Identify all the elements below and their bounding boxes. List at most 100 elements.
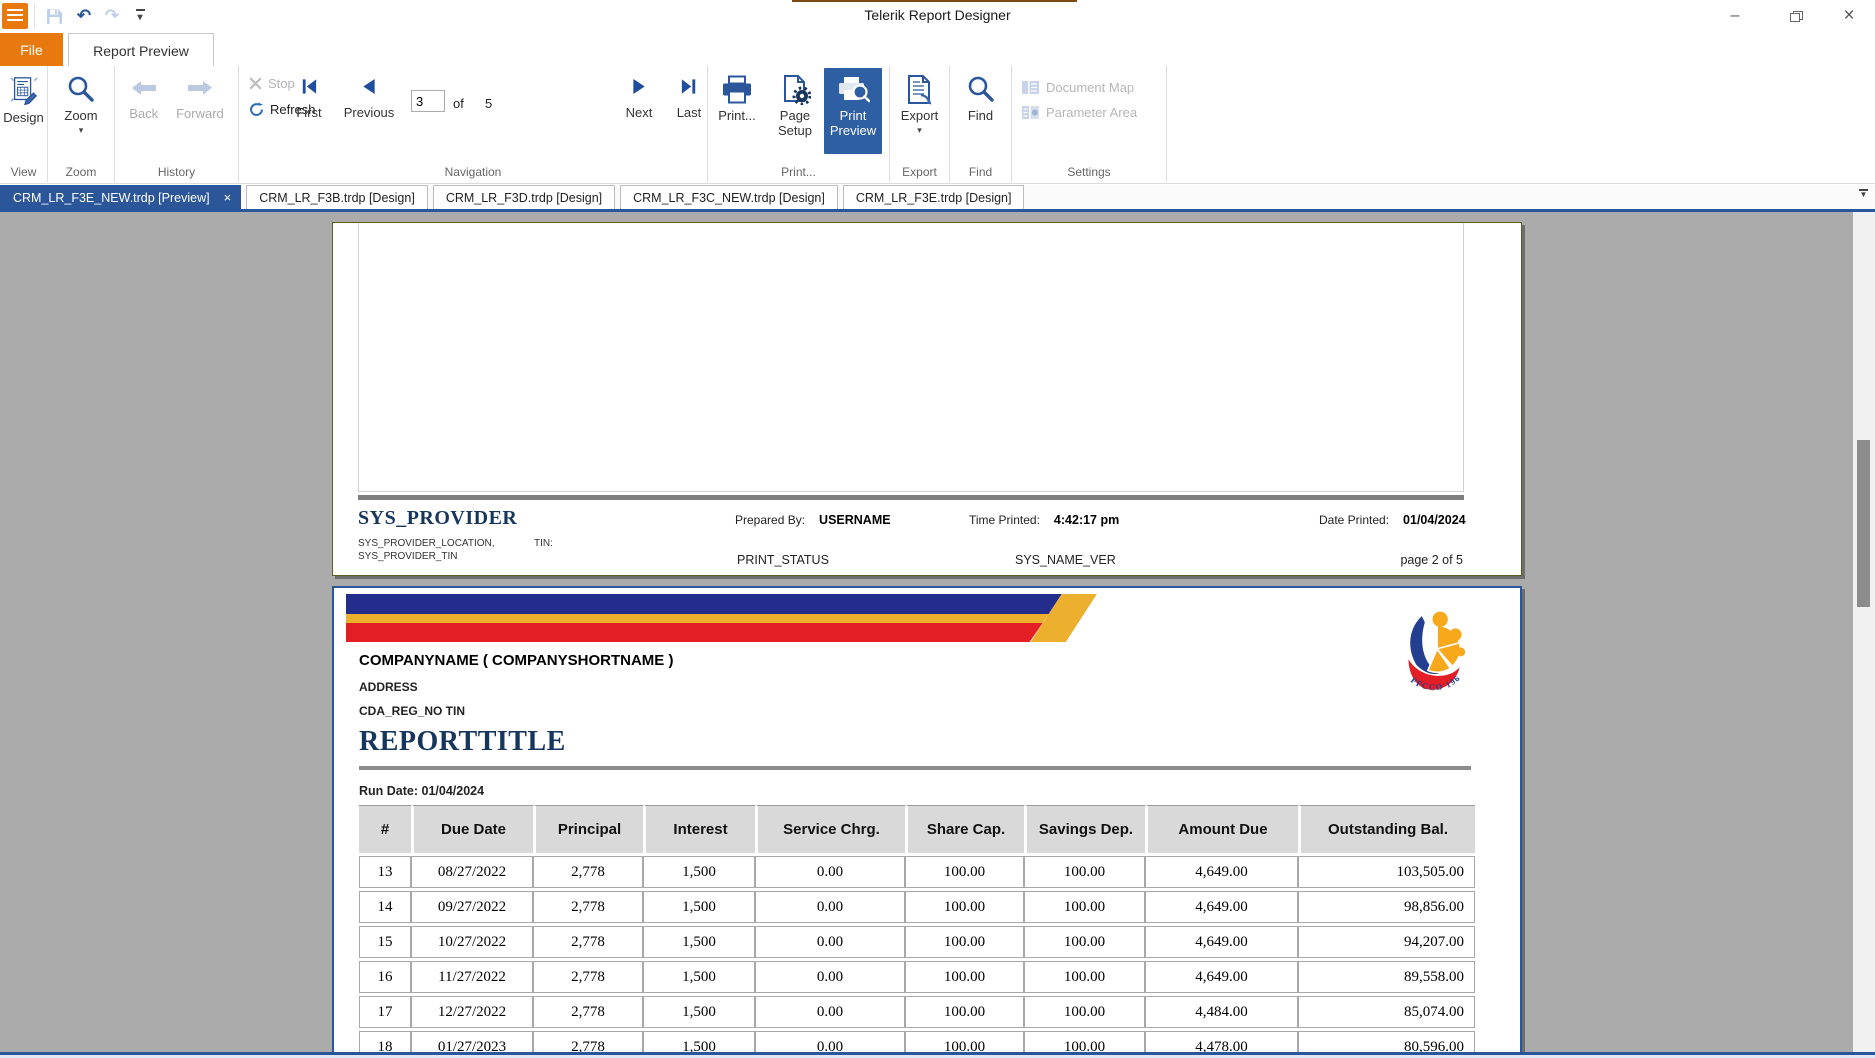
document-tab-label: CRM_LR_F3D.trdp [Design] <box>446 191 602 205</box>
table-cell: 0.00 <box>755 961 905 993</box>
forward-label: Forward <box>176 106 224 121</box>
print-preview-button[interactable]: Print Preview <box>824 68 882 154</box>
design-label: Design <box>3 111 43 126</box>
design-button[interactable]: Design <box>0 68 47 154</box>
tab-overflow-icon[interactable]: ▼ <box>1859 189 1868 198</box>
parameter-area-label: Parameter Area <box>1046 105 1137 120</box>
prepared-by-label: Prepared By: <box>735 513 805 527</box>
back-button[interactable]: Back <box>129 74 158 121</box>
group-label-print: Print... <box>708 165 889 179</box>
parameter-area-item[interactable]: Parameter Area <box>1022 105 1166 120</box>
group-label-export: Export <box>890 165 949 179</box>
document-tab[interactable]: CRM_LR_F3D.trdp [Design] <box>433 185 615 209</box>
vertical-scrollbar[interactable] <box>1853 212 1875 1052</box>
first-page-icon <box>301 78 317 95</box>
forward-arrow-icon <box>187 80 213 96</box>
table-cell: 2,778 <box>533 856 643 888</box>
page-setup-button[interactable]: Page Setup <box>766 68 824 154</box>
table-cell: 98,856.00 <box>1298 891 1475 923</box>
title-rule <box>359 766 1471 770</box>
document-tab-strip: CRM_LR_F3E_NEW.trdp [Preview] × CRM_LR_F… <box>0 185 1875 209</box>
table-cell: 10/27/2022 <box>411 926 533 958</box>
table-cell: 2,778 <box>533 1031 643 1052</box>
find-button[interactable]: Find <box>950 68 1011 154</box>
close-button[interactable]: × <box>1831 4 1867 28</box>
sys-name-ver: SYS_NAME_VER <box>1015 553 1116 567</box>
column-header: Due Date <box>411 805 533 853</box>
next-page-button[interactable]: Next <box>617 78 661 120</box>
table-cell: 100.00 <box>1024 961 1145 993</box>
search-icon <box>966 75 996 105</box>
group-view: Design View <box>0 66 48 182</box>
table-cell: 1,500 <box>643 891 755 923</box>
table-row: 18 01/27/2023 2,778 1,500 0.00 100.00 10… <box>359 1031 1475 1052</box>
document-map-item[interactable]: Document Map <box>1022 80 1166 95</box>
table-cell: 08/27/2022 <box>411 856 533 888</box>
prepared-by-value: USERNAME <box>819 513 891 527</box>
next-page-icon <box>632 78 646 95</box>
amortization-table: #Due DatePrincipalInterestService Chrg.S… <box>359 802 1475 1052</box>
banner-stripes <box>346 594 1110 642</box>
tab-close-icon[interactable]: × <box>224 190 232 205</box>
document-tab[interactable]: CRM_LR_F3B.trdp [Design] <box>246 185 428 209</box>
export-button[interactable]: Export ▾ <box>890 68 949 154</box>
table-cell: 100.00 <box>905 961 1024 993</box>
tin-label: TIN: <box>534 538 553 549</box>
forward-button[interactable]: Forward <box>176 74 224 121</box>
group-label-view: View <box>0 165 47 179</box>
column-header: Share Cap. <box>905 805 1024 853</box>
print-button[interactable]: Print... <box>708 68 766 154</box>
first-page-button[interactable]: First <box>285 78 333 120</box>
export-icon <box>904 75 936 105</box>
document-tab[interactable]: CRM_LR_F3C_NEW.trdp [Design] <box>620 185 838 209</box>
table-cell: 103,505.00 <box>1298 856 1475 888</box>
table-cell: 100.00 <box>1024 996 1145 1028</box>
zoom-button[interactable]: Zoom ▾ <box>48 68 114 154</box>
last-page-button[interactable]: Last <box>667 78 711 120</box>
next-label: Next <box>626 105 653 120</box>
table-cell: 100.00 <box>905 891 1024 923</box>
column-header: Amount Due <box>1145 805 1298 853</box>
column-header: Service Chrg. <box>755 805 905 853</box>
previous-page-button[interactable]: Previous <box>337 78 401 120</box>
table-cell: 18 <box>359 1031 411 1052</box>
group-label-settings: Settings <box>1012 165 1166 179</box>
table-cell: 100.00 <box>905 926 1024 958</box>
file-tab[interactable]: File <box>0 33 63 66</box>
table-cell: 1,500 <box>643 856 755 888</box>
run-date: Run Date: 01/04/2024 <box>359 784 484 798</box>
table-row: 16 11/27/2022 2,778 1,500 0.00 100.00 10… <box>359 961 1475 993</box>
restore-icon <box>1790 11 1801 21</box>
document-tab-active[interactable]: CRM_LR_F3E_NEW.trdp [Preview] × <box>0 185 241 209</box>
report-title: REPORTTITLE <box>359 726 566 758</box>
stop-icon <box>249 77 262 90</box>
document-tab[interactable]: CRM_LR_F3E.trdp [Design] <box>843 185 1025 209</box>
table-cell: 4,649.00 <box>1145 926 1298 958</box>
tab-report-preview[interactable]: Report Preview <box>68 33 214 67</box>
table-row: 17 12/27/2022 2,778 1,500 0.00 100.00 10… <box>359 996 1475 1028</box>
time-printed-value: 4:42:17 pm <box>1054 513 1119 527</box>
table-cell: 80,596.00 <box>1298 1031 1475 1052</box>
table-cell: 15 <box>359 926 411 958</box>
table-cell: 2,778 <box>533 891 643 923</box>
table-row: 13 08/27/2022 2,778 1,500 0.00 100.00 10… <box>359 856 1475 888</box>
print-status: PRINT_STATUS <box>737 553 829 567</box>
document-tab-label: CRM_LR_F3C_NEW.trdp [Design] <box>633 191 825 205</box>
table-cell: 85,074.00 <box>1298 996 1475 1028</box>
maximize-button[interactable] <box>1777 4 1813 28</box>
ribbon-tab-strip: File Report Preview <box>0 33 1875 66</box>
page-number-text: page 2 of 5 <box>1400 553 1463 567</box>
table-cell: 100.00 <box>905 856 1024 888</box>
ribbon: Design View Zoom ▾ Zoom Back <box>0 66 1875 184</box>
export-label: Export <box>901 109 939 124</box>
page-setup-label: Page Setup <box>778 109 812 139</box>
chevron-down-icon: ▾ <box>917 125 922 135</box>
page-number-input[interactable] <box>411 90 445 112</box>
minimize-button[interactable]: – <box>1717 4 1753 28</box>
table-cell: 01/27/2023 <box>411 1031 533 1052</box>
table-cell: 16 <box>359 961 411 993</box>
scrollbar-thumb[interactable] <box>1857 440 1870 607</box>
column-header: Principal <box>533 805 643 853</box>
group-label-history: History <box>115 165 238 179</box>
table-cell: 4,649.00 <box>1145 961 1298 993</box>
